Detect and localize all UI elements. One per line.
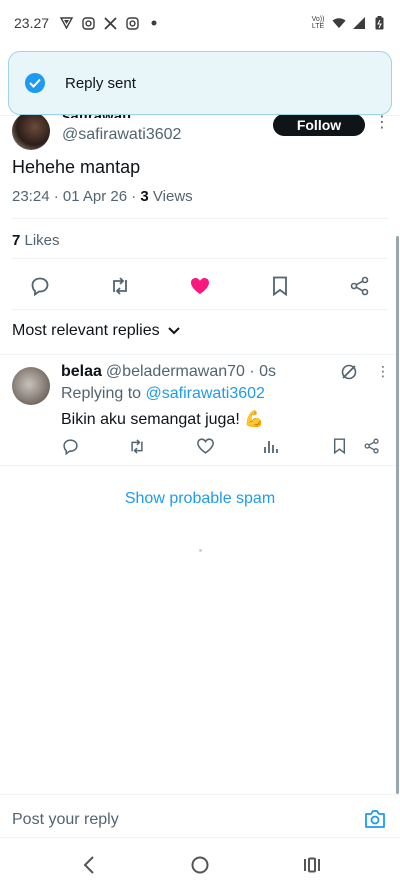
scrollbar[interactable] — [396, 236, 399, 794]
like-icon[interactable] — [188, 274, 212, 298]
divider — [12, 309, 388, 310]
reply-sent-toast: Reply sent — [8, 51, 392, 115]
tweet-text: Hehehe mantap — [12, 157, 141, 177]
home-icon[interactable] — [189, 854, 211, 876]
system-nav-bar — [0, 840, 400, 889]
likes-label: Likes — [20, 232, 60, 249]
divider — [12, 218, 388, 219]
views-count: 3 — [140, 188, 149, 205]
instagram-icon — [125, 16, 139, 30]
sort-label: Most relevant replies — [12, 322, 160, 339]
likes-count-link[interactable]: 7 Likes — [12, 232, 60, 249]
reply-icon[interactable] — [28, 274, 52, 298]
reply-icon[interactable] — [61, 437, 79, 455]
status-right-icons: Vo)) LTE — [310, 16, 386, 30]
more-options-icon[interactable]: ⋮ — [376, 363, 390, 381]
follow-button[interactable]: Follow — [273, 114, 365, 136]
author-avatar[interactable] — [12, 112, 50, 150]
divider — [12, 258, 388, 259]
replying-prefix: Replying to — [61, 385, 146, 402]
tweet-meta: 23:24 · 01 Apr 26 · 3 Views — [12, 188, 193, 205]
tweet-actions — [0, 274, 400, 298]
reply-header: belaa @beladermawan70 · 0s — [61, 363, 276, 381]
reply-item[interactable]: belaa @beladermawan70 · 0s ⋮ Replying to … — [0, 354, 400, 466]
toast-text: Reply sent — [65, 74, 136, 92]
x-logo-icon — [103, 16, 117, 30]
author-handle[interactable]: @safirawati3602 — [62, 126, 181, 144]
reply-author-name[interactable]: belaa — [61, 363, 102, 380]
notification-dot-icon — [147, 16, 161, 30]
tweet-author: safirawati @safirawati3602 Follow ⋮ — [12, 108, 392, 152]
views-icon[interactable] — [262, 437, 280, 455]
bookmark-icon[interactable] — [330, 437, 348, 455]
loading-indicator — [199, 549, 202, 552]
vpn-triangle-icon — [59, 16, 73, 30]
sort-replies-dropdown[interactable]: Most relevant replies — [12, 322, 180, 340]
show-probable-spam-link[interactable]: Show probable spam — [0, 490, 400, 508]
status-bar: 23.27 Vo)) LTE — [0, 0, 400, 46]
reply-input-placeholder[interactable]: Post your reply — [12, 811, 119, 829]
more-options-icon[interactable]: ⋮ — [374, 114, 390, 134]
grok-icon[interactable] — [340, 363, 358, 381]
reply-composer[interactable]: Post your reply — [0, 794, 400, 838]
battery-icon — [372, 16, 386, 30]
instagram-icon — [81, 16, 95, 30]
status-left-icons — [59, 16, 161, 30]
repost-icon[interactable] — [108, 274, 132, 298]
status-time: 23.27 — [14, 15, 50, 31]
reply-handle-time: @beladermawan70 · 0s — [105, 363, 277, 380]
camera-icon[interactable] — [364, 809, 386, 829]
reply-avatar[interactable] — [12, 367, 50, 405]
bookmark-icon[interactable] — [268, 274, 292, 298]
replying-to: Replying to @safirawati3602 — [61, 385, 265, 403]
reply-text: Bikin aku semangat juga! 💪 — [61, 411, 265, 428]
reply-actions — [0, 437, 400, 455]
chevron-down-icon — [167, 322, 180, 340]
replying-to-link[interactable]: @safirawati3602 — [146, 385, 265, 402]
check-circle-icon — [25, 73, 45, 93]
share-icon[interactable] — [363, 437, 381, 455]
signal-icon — [352, 16, 366, 30]
tweet-timestamp: 23:24 · 01 Apr 26 · — [12, 188, 141, 205]
volte-indicator: Vo)) LTE — [311, 16, 325, 30]
repost-icon[interactable] — [128, 437, 146, 455]
recents-icon[interactable] — [301, 854, 323, 876]
share-icon[interactable] — [348, 274, 372, 298]
wifi-icon — [332, 16, 346, 30]
like-icon[interactable] — [196, 437, 214, 455]
views-label: Views — [148, 188, 193, 205]
back-icon[interactable] — [78, 854, 100, 876]
